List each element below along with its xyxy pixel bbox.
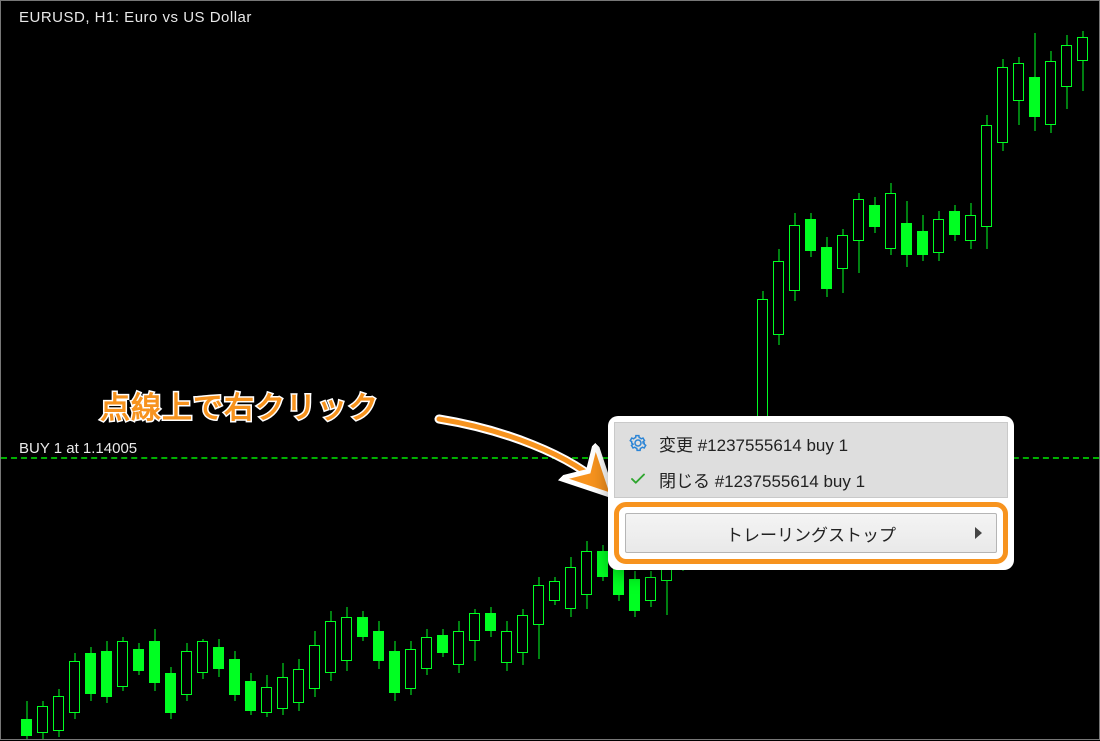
context-menu: 変更 #1237555614 buy 1 閉じる #1237555614 buy…	[608, 416, 1014, 570]
menu-item-label: 閉じる #1237555614 buy 1	[659, 467, 865, 492]
menu-item-label: トレーリングストップ	[726, 521, 896, 546]
gear-icon	[627, 434, 649, 452]
chart-area[interactable]: EURUSD, H1: Euro vs US Dollar BUY 1 at 1…	[0, 0, 1100, 740]
annotation-callout: 点線上で右クリック	[100, 383, 379, 427]
check-icon	[627, 470, 649, 488]
menu-item-trailing-stop[interactable]: トレーリングストップ	[625, 513, 997, 553]
menu-item-modify[interactable]: 変更 #1237555614 buy 1	[615, 425, 1007, 461]
entry-price-label: BUY 1 at 1.14005	[19, 440, 137, 457]
chevron-right-icon	[975, 527, 982, 539]
candlestick-series	[1, 1, 1099, 739]
menu-item-label: 変更 #1237555614 buy 1	[659, 431, 848, 456]
menu-item-close[interactable]: 閉じる #1237555614 buy 1	[615, 461, 1007, 497]
highlight-frame: トレーリングストップ	[614, 502, 1008, 564]
